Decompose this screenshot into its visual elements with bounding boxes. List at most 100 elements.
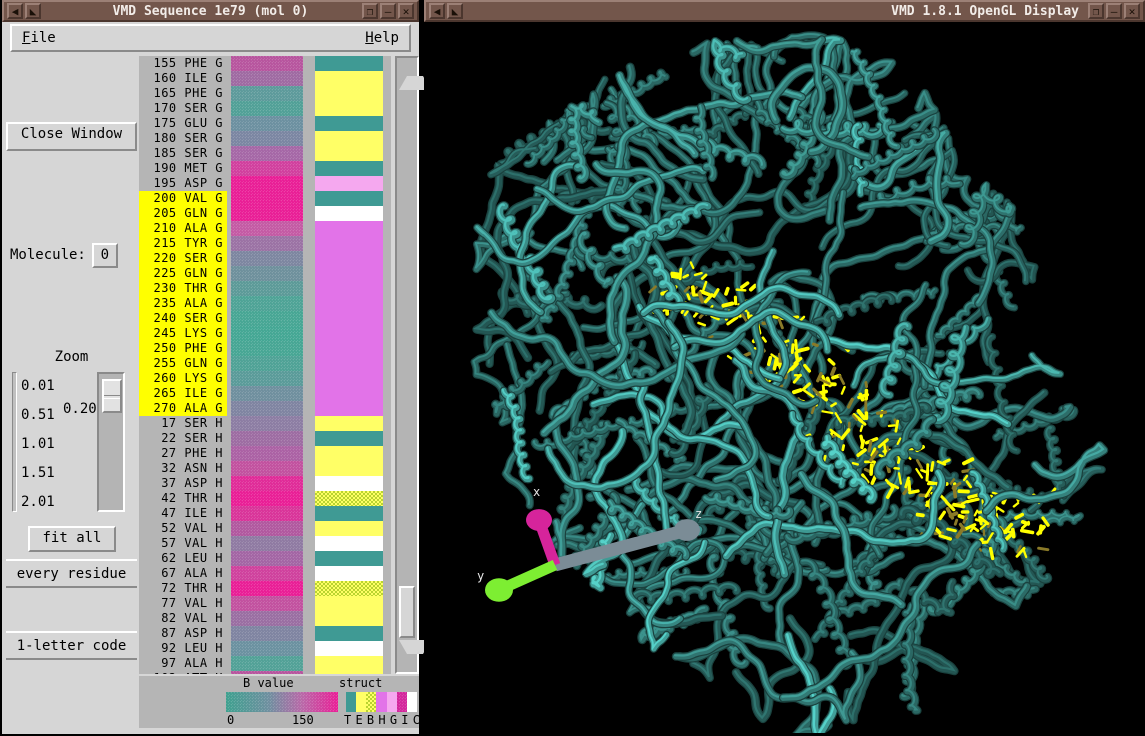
- struct-cell[interactable]: [315, 566, 383, 581]
- sequence-row[interactable]: 32 ASN H: [139, 461, 391, 476]
- residue-label[interactable]: 175 GLU G: [139, 116, 227, 131]
- residue-label[interactable]: 62 LEU H: [139, 551, 227, 566]
- struct-cell[interactable]: [315, 191, 383, 206]
- residue-label[interactable]: 160 ILE G: [139, 71, 227, 86]
- residue-label[interactable]: 57 VAL H: [139, 536, 227, 551]
- struct-cell[interactable]: [315, 281, 383, 296]
- bvalue-cell[interactable]: [231, 131, 303, 146]
- struct-cell[interactable]: [315, 596, 383, 611]
- bvalue-cell[interactable]: [231, 161, 303, 176]
- bvalue-cell[interactable]: [231, 221, 303, 236]
- sequence-row[interactable]: 240 SER G: [139, 311, 391, 326]
- struct-cell[interactable]: [315, 71, 383, 86]
- minimize-button[interactable]: –: [380, 3, 396, 19]
- sequence-row[interactable]: 225 GLN G: [139, 266, 391, 281]
- struct-cell[interactable]: [315, 536, 383, 551]
- residue-label[interactable]: 42 THR H: [139, 491, 227, 506]
- bvalue-cell[interactable]: [231, 401, 303, 416]
- bvalue-cell[interactable]: [231, 56, 303, 71]
- sequence-row[interactable]: 67 ALA H: [139, 566, 391, 581]
- every-residue-option[interactable]: every residue: [6, 559, 137, 588]
- residue-label[interactable]: 52 VAL H: [139, 521, 227, 536]
- residue-label[interactable]: 180 SER G: [139, 131, 227, 146]
- struct-cell[interactable]: [315, 101, 383, 116]
- struct-cell[interactable]: [315, 356, 383, 371]
- residue-label[interactable]: 220 SER G: [139, 251, 227, 266]
- struct-cell[interactable]: [315, 251, 383, 266]
- zoom-slider[interactable]: [97, 372, 125, 512]
- sequence-row[interactable]: 185 SER G: [139, 146, 391, 161]
- bvalue-cell[interactable]: [231, 491, 303, 506]
- sequence-row[interactable]: 230 THR G: [139, 281, 391, 296]
- residue-label[interactable]: 32 ASN H: [139, 461, 227, 476]
- sequence-row[interactable]: 92 LEU H: [139, 641, 391, 656]
- menu-help[interactable]: Help: [365, 30, 399, 46]
- residue-label[interactable]: 87 ASP H: [139, 626, 227, 641]
- struct-cell[interactable]: [315, 206, 383, 221]
- residue-label[interactable]: 185 SER G: [139, 146, 227, 161]
- struct-cell[interactable]: [315, 296, 383, 311]
- sequence-row[interactable]: 245 LYS G: [139, 326, 391, 341]
- sequence-canvas[interactable]: 155 PHE G160 ILE G165 PHE G170 SER G175 …: [139, 56, 391, 674]
- struct-cell[interactable]: [315, 326, 383, 341]
- sequence-row[interactable]: 42 THR H: [139, 491, 391, 506]
- bvalue-cell[interactable]: [231, 536, 303, 551]
- sequence-titlebar[interactable]: ◀ ◣ VMD Sequence 1e79 (mol 0) ❐ – ✕: [2, 0, 419, 22]
- residue-label[interactable]: 210 ALA G: [139, 221, 227, 236]
- bvalue-cell[interactable]: [231, 506, 303, 521]
- sequence-rows[interactable]: 155 PHE G160 ILE G165 PHE G170 SER G175 …: [139, 56, 391, 674]
- struct-cell[interactable]: [315, 461, 383, 476]
- bvalue-cell[interactable]: [231, 266, 303, 281]
- maximize-button[interactable]: ❐: [362, 3, 378, 19]
- struct-cell[interactable]: [315, 491, 383, 506]
- sequence-row[interactable]: 77 VAL H: [139, 596, 391, 611]
- sequence-row[interactable]: 180 SER G: [139, 131, 391, 146]
- bvalue-cell[interactable]: [231, 251, 303, 266]
- struct-cell[interactable]: [315, 656, 383, 671]
- sequence-row[interactable]: 97 ALA H: [139, 656, 391, 671]
- residue-label[interactable]: 245 LYS G: [139, 326, 227, 341]
- residue-label[interactable]: 165 PHE G: [139, 86, 227, 101]
- bvalue-cell[interactable]: [231, 461, 303, 476]
- scrollbar-thumb[interactable]: [399, 586, 415, 638]
- residue-label[interactable]: 82 VAL H: [139, 611, 227, 626]
- sequence-row[interactable]: 175 GLU G: [139, 116, 391, 131]
- bvalue-cell[interactable]: [231, 311, 303, 326]
- fit-all-button[interactable]: fit all: [28, 526, 116, 552]
- sequence-scrollbar[interactable]: [395, 56, 419, 674]
- struct-cell[interactable]: [315, 506, 383, 521]
- one-letter-code-option[interactable]: 1-letter code: [6, 631, 137, 660]
- residue-label[interactable]: 97 ALA H: [139, 656, 227, 671]
- bvalue-cell[interactable]: [231, 101, 303, 116]
- sequence-row[interactable]: 87 ASP H: [139, 626, 391, 641]
- sequence-row[interactable]: 270 ALA G: [139, 401, 391, 416]
- sequence-row[interactable]: 37 ASP H: [139, 476, 391, 491]
- struct-cell[interactable]: [315, 431, 383, 446]
- residue-label[interactable]: 225 GLN G: [139, 266, 227, 281]
- struct-cell[interactable]: [315, 266, 383, 281]
- gl-close-button[interactable]: ✕: [1124, 3, 1140, 19]
- struct-cell[interactable]: [315, 386, 383, 401]
- sequence-row[interactable]: 200 VAL G: [139, 191, 391, 206]
- bvalue-cell[interactable]: [231, 146, 303, 161]
- bvalue-cell[interactable]: [231, 581, 303, 596]
- struct-cell[interactable]: [315, 221, 383, 236]
- residue-label[interactable]: 17 SER H: [139, 416, 227, 431]
- residue-label[interactable]: 195 ASP G: [139, 176, 227, 191]
- zoom-slider-thumb[interactable]: [102, 379, 122, 413]
- bvalue-cell[interactable]: [231, 626, 303, 641]
- struct-cell[interactable]: [315, 521, 383, 536]
- bvalue-cell[interactable]: [231, 386, 303, 401]
- struct-cell[interactable]: [315, 371, 383, 386]
- menu-file[interactable]: File: [22, 30, 56, 46]
- sequence-row[interactable]: 82 VAL H: [139, 611, 391, 626]
- struct-cell[interactable]: [315, 626, 383, 641]
- bvalue-cell[interactable]: [231, 86, 303, 101]
- residue-label[interactable]: 190 MET G: [139, 161, 227, 176]
- bvalue-cell[interactable]: [231, 191, 303, 206]
- gl-window-resize-button[interactable]: ◣: [447, 3, 463, 19]
- sequence-row[interactable]: 260 LYS G: [139, 371, 391, 386]
- bvalue-cell[interactable]: [231, 296, 303, 311]
- sequence-row[interactable]: 47 ILE H: [139, 506, 391, 521]
- struct-cell[interactable]: [315, 146, 383, 161]
